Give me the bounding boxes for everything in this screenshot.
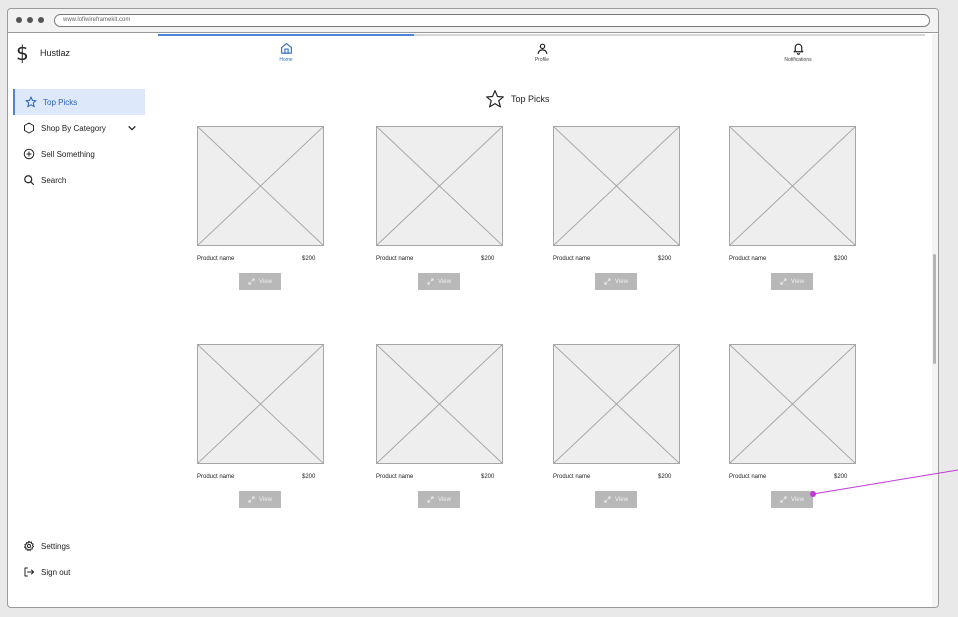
hexagon-icon <box>24 122 34 134</box>
page-title-text: Top Picks <box>511 94 550 104</box>
product-image-placeholder[interactable] <box>729 344 856 464</box>
product-card: Product name $200 View <box>729 126 856 298</box>
search-icon <box>24 175 35 186</box>
product-image-placeholder[interactable] <box>729 126 856 246</box>
expand-icon <box>780 278 787 285</box>
expand-icon <box>604 278 611 285</box>
product-card: Product name $200 View <box>553 126 680 298</box>
sidebar-item-label: Settings <box>41 541 70 551</box>
product-card: Product name $200 View <box>729 344 856 516</box>
view-button[interactable]: View <box>418 273 460 290</box>
top-navigation: Home Profile Notifications <box>158 34 925 78</box>
sidebar-item-label: Sell Something <box>41 149 95 159</box>
view-button[interactable]: View <box>239 273 281 290</box>
tab-notifications[interactable]: Notifications <box>670 42 926 72</box>
home-icon <box>280 43 292 54</box>
view-button[interactable]: View <box>595 273 637 290</box>
tab-label: Profile <box>534 57 550 63</box>
sidebar-item-shop-by-category[interactable]: Shop By Category <box>13 115 145 141</box>
sidebar-item-label: Top Picks <box>43 97 78 107</box>
scrollbar-thumb[interactable] <box>933 254 936 364</box>
product-name: Product name <box>376 474 414 480</box>
product-price: $200 <box>834 474 848 480</box>
view-button[interactable]: View <box>595 491 637 508</box>
product-price: $200 <box>302 474 316 480</box>
dollar-sign-icon: $ <box>16 41 29 65</box>
product-image-placeholder[interactable] <box>197 344 324 464</box>
product-price: $200 <box>834 256 848 262</box>
sidebar-item-label: Sign out <box>41 567 71 577</box>
tab-home[interactable]: Home <box>158 42 414 72</box>
user-icon <box>537 43 547 54</box>
product-image-placeholder[interactable] <box>553 126 680 246</box>
product-price: $200 <box>481 256 495 262</box>
view-button[interactable]: View <box>418 491 460 508</box>
product-price: $200 <box>658 256 672 262</box>
product-name: Product name <box>197 474 235 480</box>
product-card: Product name $200 View <box>553 344 680 516</box>
product-image-placeholder[interactable] <box>376 344 503 464</box>
expand-icon <box>427 278 434 285</box>
sidebar-item-top-picks[interactable]: Top Picks <box>13 89 145 115</box>
product-name: Product name <box>553 474 591 480</box>
tab-profile[interactable]: Profile <box>414 42 670 72</box>
bell-icon <box>793 43 803 55</box>
product-price: $200 <box>481 474 495 480</box>
product-card: Product name $200 View <box>197 126 324 298</box>
brand[interactable]: $ Hustlaz <box>16 42 70 64</box>
product-name: Product name <box>376 256 414 262</box>
sidebar-item-sell-something[interactable]: Sell Something <box>13 141 145 167</box>
window-close-dot[interactable] <box>16 17 22 23</box>
url-bar[interactable]: www.lofiwireframekit.com <box>54 14 930 27</box>
brand-name: Hustlaz <box>40 48 71 58</box>
product-price: $200 <box>658 474 672 480</box>
view-button[interactable]: View <box>771 491 813 508</box>
product-name: Product name <box>729 474 767 480</box>
star-icon <box>486 90 504 108</box>
sidebar-item-settings[interactable]: Settings <box>13 533 145 559</box>
sidebar: $ Hustlaz Top Picks Shop By Category Sel… <box>8 34 158 607</box>
tab-indicator <box>158 34 414 36</box>
expand-icon <box>248 278 255 285</box>
sidebar-item-label: Search <box>41 175 67 185</box>
expand-icon <box>427 496 434 503</box>
product-card: Product name $200 View <box>376 344 503 516</box>
plus-circle-icon <box>23 148 35 160</box>
product-image-placeholder[interactable] <box>376 126 503 246</box>
tab-label: Notifications <box>784 57 812 63</box>
scrollbar[interactable] <box>932 34 938 607</box>
product-name: Product name <box>729 256 767 262</box>
window-minimize-dot[interactable] <box>27 17 33 23</box>
browser-window: www.lofiwireframekit.com $ Hustlaz Top P… <box>7 8 939 608</box>
product-card: Product name $200 View <box>197 344 324 516</box>
expand-icon <box>604 496 611 503</box>
tab-label: Home <box>279 57 293 63</box>
sidebar-item-search[interactable]: Search <box>13 167 145 193</box>
product-name: Product name <box>197 256 235 262</box>
product-image-placeholder[interactable] <box>553 344 680 464</box>
chevron-down-icon[interactable] <box>127 123 137 133</box>
page-title: Top Picks <box>485 89 550 109</box>
browser-titlebar: www.lofiwireframekit.com <box>8 9 938 33</box>
view-button[interactable]: View <box>239 491 281 508</box>
product-name: Product name <box>553 256 591 262</box>
expand-icon <box>248 496 255 503</box>
gear-icon <box>23 540 35 552</box>
window-maximize-dot[interactable] <box>38 17 44 23</box>
product-image-placeholder[interactable] <box>197 126 324 246</box>
sidebar-item-sign-out[interactable]: Sign out <box>13 559 145 585</box>
star-icon <box>25 96 37 108</box>
sign-out-icon <box>24 567 34 577</box>
product-card: Product name $200 View <box>376 126 503 298</box>
product-price: $200 <box>302 256 316 262</box>
expand-icon <box>780 496 787 503</box>
view-button[interactable]: View <box>771 273 813 290</box>
sidebar-item-label: Shop By Category <box>41 123 106 133</box>
